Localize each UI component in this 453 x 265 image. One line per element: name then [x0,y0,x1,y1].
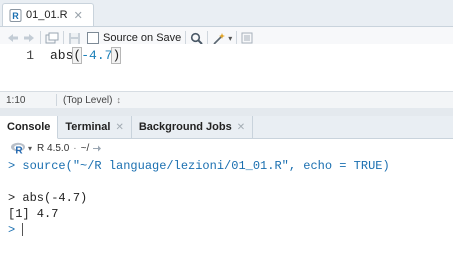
editor-status-bar: 1:10 (Top Level) ↕ [0,91,453,109]
svg-text:R: R [12,11,19,21]
source-on-save-label: Source on Save [103,32,182,44]
chevron-down-icon[interactable]: ▾ [28,144,32,153]
console-command-text: abs(-4.7) [22,191,88,205]
close-icon[interactable]: ✕ [74,9,83,22]
text-cursor [120,48,122,63]
console-command-text: source("~/R language/lezioni/01_01.R", e… [22,159,390,173]
scope-selector[interactable]: (Top Level) ↕ [63,95,121,106]
toolbar-separator [207,31,209,45]
line-gutter: 1 [0,44,44,92]
console-prompt: > [8,191,16,205]
pane-splitter[interactable] [0,108,453,116]
toolbar-separator [185,31,187,45]
console-input-line[interactable]: > [8,223,24,237]
scope-label: (Top Level) [63,94,113,106]
r-file-icon: R [8,8,22,22]
text-cursor [22,223,24,237]
tab-label: Background Jobs [138,121,232,133]
console-result: [1] 4.7 [8,207,59,221]
console-echo-command: > abs(-4.7) [8,191,87,205]
console-tab-bar: Console Terminal ✕ Background Jobs ✕ [0,116,453,139]
code-editor[interactable]: 1 abs(-4.7) [0,44,453,92]
code-function: abs [50,48,74,63]
r-version: R 4.5.0 [37,142,70,154]
tab-console[interactable]: Console [0,116,59,139]
code-argument: -4.7 [81,48,113,63]
toolbar-separator [40,31,41,45]
console-toolbar: R ▾ R 4.5.0 · ~/ [0,139,453,158]
toolbar-separator [236,31,238,45]
scope-arrow-icon: ↕ [116,95,121,105]
tab-label: Terminal [65,121,111,133]
cursor-position: 1:10 [6,94,26,106]
close-icon[interactable]: ✕ [115,122,123,133]
close-icon[interactable]: ✕ [237,122,245,133]
go-to-directory-icon[interactable] [92,144,102,153]
code-line[interactable]: abs(-4.7) [50,47,122,64]
tab-label: Console [7,121,51,133]
tab-terminal[interactable]: Terminal ✕ [58,116,132,138]
code-paren-close: ) [111,47,122,64]
working-directory[interactable]: ~/ [81,143,90,154]
svg-text:R: R [15,146,23,155]
source-tab-bar: R 01_01.R ✕ [0,0,453,27]
status-separator [56,94,57,106]
toolbar-separator [63,31,64,45]
tab-01-01-r[interactable]: R 01_01.R ✕ [2,3,94,26]
console-output[interactable]: > source("~/R language/lezioni/01_01.R",… [0,157,453,265]
file-tab-label: 01_01.R [26,9,68,21]
console-source-command: > source("~/R language/lezioni/01_01.R",… [8,159,390,173]
line-number: 1 [26,48,34,63]
console-prompt: > [8,223,16,237]
r-logo-icon: R [10,142,26,154]
tab-background-jobs[interactable]: Background Jobs ✕ [131,116,254,138]
console-prompt: > [8,159,16,173]
source-on-save-checkbox[interactable] [87,32,99,44]
separator-dot: · [73,142,77,154]
